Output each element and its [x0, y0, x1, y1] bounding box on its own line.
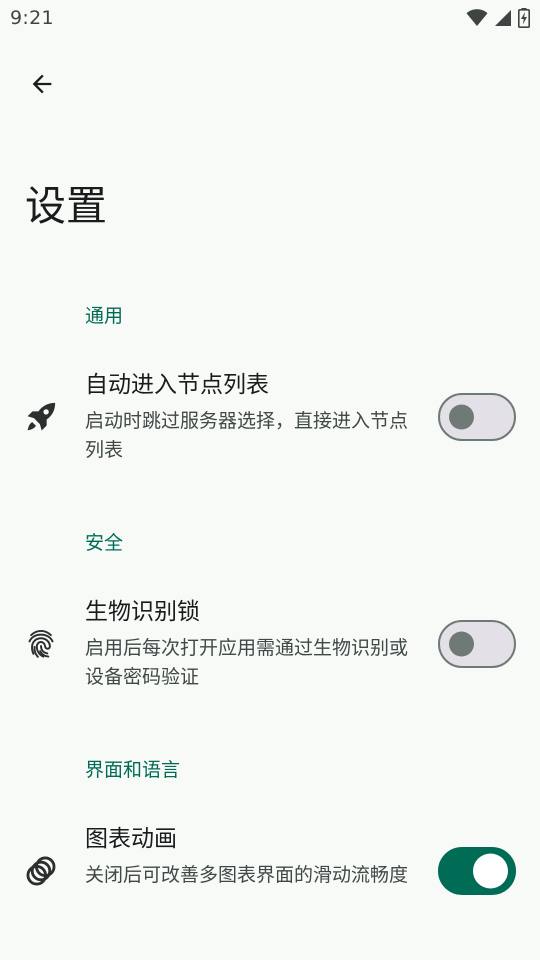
switch-thumb: [449, 631, 474, 657]
battery-charging-icon: [518, 8, 530, 28]
setting-title: 图表动画: [85, 826, 177, 852]
setting-summary: 启动时跳过服务器选择，直接进入节点列表: [85, 410, 409, 461]
setting-summary: 关闭后可改善多图表界面的滑动流畅度: [85, 864, 409, 886]
fingerprint-icon: [22, 625, 60, 663]
cell-signal-icon: [494, 9, 512, 27]
setting-row-auto-node-list[interactable]: 自动进入节点列表 启动时跳过服务器选择，直接进入节点列表: [0, 352, 540, 482]
arrow-back-icon: [28, 70, 56, 102]
settings-screen: 9:21 设置 通用 自动进入节点列表 启动时跳过服务器选择，直接进入节点列表 …: [0, 0, 540, 960]
animation-icon: [22, 852, 60, 890]
back-button[interactable]: [18, 62, 66, 110]
section-header-general: 通用: [85, 305, 124, 327]
status-bar: 9:21: [0, 0, 540, 36]
status-icons: [466, 8, 530, 28]
biometric-lock-switch[interactable]: [438, 620, 516, 668]
setting-title: 自动进入节点列表: [85, 372, 269, 398]
auto-node-list-switch[interactable]: [438, 393, 516, 441]
status-time: 9:21: [10, 7, 54, 29]
page-title: 设置: [25, 182, 107, 230]
section-header-security: 安全: [85, 532, 124, 554]
switch-thumb: [473, 853, 508, 889]
setting-row-biometric-lock[interactable]: 生物识别锁 启用后每次打开应用需通过生物识别或设备密码验证: [0, 579, 540, 709]
section-header-interface-language: 界面和语言: [85, 759, 181, 781]
setting-summary: 启用后每次打开应用需通过生物识别或设备密码验证: [85, 637, 409, 688]
chart-animation-switch[interactable]: [438, 847, 516, 895]
rocket-icon: [22, 398, 60, 436]
switch-thumb: [449, 404, 474, 430]
setting-title: 生物识别锁: [85, 599, 200, 625]
setting-row-chart-animation[interactable]: 图表动画 关闭后可改善多图表界面的滑动流畅度: [0, 806, 540, 936]
wifi-icon: [466, 9, 488, 27]
